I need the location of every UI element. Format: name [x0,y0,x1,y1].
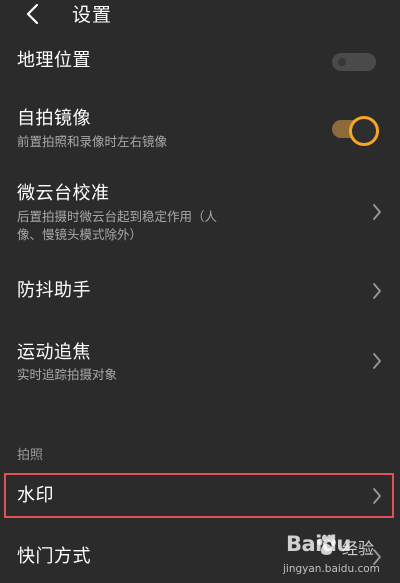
chevron-left-icon[interactable] [22,3,44,25]
chevron-right-icon [373,283,381,299]
setting-stabilization-label: 防抖助手 [17,280,91,301]
setting-motion-tracking-label: 运动追焦 [17,342,91,363]
setting-selfie-mirror[interactable]: 自拍镜像 前置拍照和录像时左右镜像 [0,98,400,158]
toggle-knob [338,58,346,66]
highlight-annotation-box [4,473,394,518]
setting-gimbal-label: 微云台校准 [17,183,110,204]
setting-shutter-mode-label: 快门方式 [17,546,91,567]
page-title: 设置 [72,4,113,26]
setting-selfie-mirror-desc: 前置拍照和录像时左右镜像 [17,134,168,149]
setting-stabilization-assistant[interactable]: 防抖助手 [0,270,400,310]
watermark-url: jingyan.baidu.com [283,563,380,575]
setting-motion-tracking[interactable]: 运动追焦 实时追踪拍摄对象 [0,336,400,386]
baidu-paw-icon [317,534,336,555]
baidu-jingyan-watermark: Baidu 经验 jingyan.baidu.com [258,530,398,582]
setting-motion-tracking-desc: 实时追踪拍摄对象 [17,367,118,382]
setting-selfie-mirror-label: 自拍镜像 [17,108,91,129]
setting-gimbal-desc-line2: 像、慢镜头模式除外） [17,227,143,242]
setting-gimbal-desc-line1: 后置拍摄时微云台起到稳定作用（人 [17,209,218,224]
location-toggle[interactable] [332,53,376,71]
toggle-knob [349,116,379,146]
chevron-right-icon [373,353,381,369]
top-bar: 设置 [0,0,400,34]
setting-location[interactable]: 地理位置 [0,38,400,86]
setting-gimbal-calibration[interactable]: 微云台校准 后置拍摄时微云台起到稳定作用（人 像、慢镜头模式除外） [0,175,400,247]
chevron-right-icon [373,204,381,220]
selfie-mirror-toggle[interactable] [332,116,379,146]
section-header-photo: 拍照 [17,448,44,463]
jingyan-text: 经验 [342,539,375,558]
setting-location-label: 地理位置 [17,50,91,71]
